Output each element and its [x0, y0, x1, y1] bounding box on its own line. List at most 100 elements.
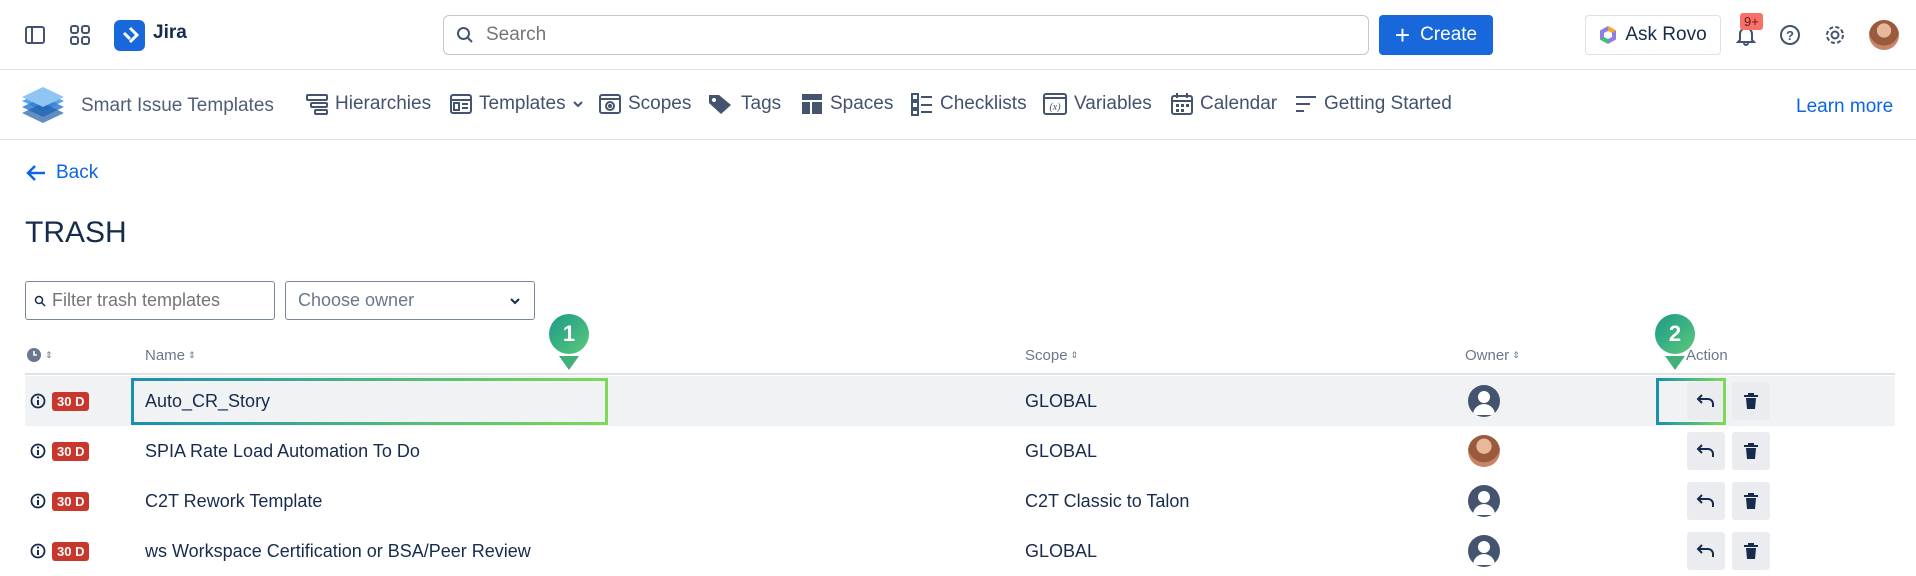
restore-button[interactable] — [1687, 482, 1725, 520]
product-name[interactable]: Jira — [153, 22, 187, 44]
variable-icon: (x) — [1043, 93, 1067, 115]
info-icon[interactable] — [30, 393, 46, 409]
nav-checklists[interactable]: Checklists — [910, 92, 1027, 116]
nav-label: Variables — [1074, 93, 1152, 114]
template-name[interactable]: SPIA Rate Load Automation To Do — [145, 426, 420, 476]
info-icon[interactable] — [30, 493, 46, 509]
row-status-cell: 30 D — [30, 426, 90, 476]
svg-text:(x): (x) — [1049, 102, 1061, 113]
space-icon — [802, 94, 822, 114]
owner-select-placeholder: Choose owner — [298, 290, 415, 310]
column-header-owner[interactable]: Owner ⇕ — [1465, 347, 1520, 364]
nav-hierarchies[interactable]: Hierarchies — [305, 92, 431, 116]
app-switcher-icon[interactable] — [67, 22, 93, 48]
sort-icon: ⇕ — [1070, 350, 1079, 360]
owner-avatar-icon[interactable] — [1468, 485, 1500, 517]
search-input[interactable] — [486, 24, 1346, 46]
search-bar[interactable] — [443, 15, 1369, 55]
nav-getting-started[interactable]: Getting Started — [1294, 92, 1452, 116]
create-button[interactable]: + Create — [1379, 15, 1493, 55]
clock-icon — [27, 348, 41, 362]
days-remaining-badge: 30 D — [52, 491, 90, 511]
column-header-action: Action — [1686, 347, 1728, 364]
info-icon[interactable] — [30, 443, 46, 459]
template-name[interactable]: C2T Rework Template — [145, 476, 322, 526]
nav-spaces[interactable]: Spaces — [800, 92, 893, 116]
arrow-left-icon — [26, 165, 45, 181]
trash-icon — [1744, 443, 1758, 459]
sort-icon: ⇕ — [45, 349, 53, 360]
delete-button[interactable] — [1732, 382, 1770, 420]
jira-logo-icon[interactable] — [114, 20, 145, 51]
nav-variables[interactable]: (x) Variables — [1042, 92, 1152, 116]
template-scope: C2T Classic to Talon — [1025, 490, 1190, 511]
header-label: Name — [145, 347, 186, 364]
table-row[interactable]: 30 D C2T Rework Template C2T Classic to … — [25, 476, 1895, 526]
table-row[interactable]: 30 D ws Workspace Certification or BSA/P… — [25, 526, 1895, 576]
table-header-divider — [25, 373, 1895, 375]
days-remaining-badge: 30 D — [52, 391, 90, 411]
undo-icon — [1696, 494, 1714, 507]
restore-button[interactable] — [1687, 532, 1725, 570]
column-header-scope[interactable]: Scope ⇕ — [1025, 347, 1078, 364]
undo-icon — [1696, 444, 1714, 457]
header-label: Scope — [1025, 347, 1068, 364]
hierarchy-icon — [306, 94, 328, 115]
row-status-cell: 30 D — [30, 476, 90, 526]
nav-calendar[interactable]: Calendar — [1170, 92, 1277, 116]
app-navigation-bar: Smart Issue Templates Hierarchies Templa… — [0, 70, 1916, 140]
svg-text:?: ? — [1786, 28, 1794, 43]
notification-count-badge: 9+ — [1740, 13, 1763, 30]
sidebar-toggle-icon[interactable] — [22, 22, 48, 48]
nav-tags[interactable]: Tags — [707, 92, 781, 116]
table-row[interactable]: 30 D SPIA Rate Load Automation To Do GLO… — [25, 426, 1895, 476]
callout-highlight-restore — [1656, 378, 1726, 425]
rovo-icon — [1600, 26, 1617, 44]
template-icon — [450, 94, 472, 114]
nav-label: Hierarchies — [335, 93, 432, 114]
chevron-down-icon — [572, 101, 583, 108]
delete-button[interactable] — [1732, 482, 1770, 520]
restore-button[interactable] — [1687, 432, 1725, 470]
ask-rovo-button[interactable]: Ask Rovo — [1585, 15, 1721, 55]
top-navigation-bar: Jira + Create Ask Rovo 9+ ? — [0, 0, 1916, 70]
page-title: TRASH — [25, 216, 127, 249]
create-label: Create — [1420, 24, 1478, 45]
template-name[interactable]: ws Workspace Certification or BSA/Peer R… — [145, 526, 531, 576]
settings-gear-icon[interactable] — [1822, 22, 1848, 48]
ask-rovo-label: Ask Rovo — [1625, 24, 1707, 45]
nav-templates[interactable]: Templates — [449, 92, 584, 116]
checklist-icon — [911, 93, 932, 116]
back-link[interactable]: Back — [26, 162, 98, 184]
filter-templates-field[interactable] — [25, 281, 275, 320]
callout-arrow-icon — [559, 356, 579, 370]
info-icon[interactable] — [30, 543, 46, 559]
plus-icon: + — [1394, 20, 1411, 50]
nav-label: Templates — [479, 93, 566, 114]
template-scope: GLOBAL — [1025, 390, 1098, 411]
sort-icon: ⇕ — [188, 350, 196, 360]
help-icon[interactable]: ? — [1777, 22, 1803, 48]
back-label: Back — [56, 162, 99, 183]
owner-select[interactable]: Choose owner — [285, 281, 535, 320]
user-avatar[interactable] — [1869, 20, 1899, 50]
filter-templates-input[interactable] — [52, 290, 272, 311]
column-header-name[interactable]: Name ⇕ — [145, 347, 196, 364]
app-title[interactable]: Smart Issue Templates — [81, 95, 274, 117]
learn-more-link[interactable]: Learn more — [1796, 96, 1893, 118]
owner-avatar-icon[interactable] — [1468, 385, 1500, 417]
header-label: Owner — [1465, 347, 1510, 364]
owner-avatar-icon[interactable] — [1468, 535, 1500, 567]
smart-issue-templates-logo-icon[interactable] — [20, 85, 66, 130]
nav-label: Scopes — [628, 93, 692, 114]
nav-label: Tags — [741, 93, 782, 114]
delete-button[interactable] — [1732, 432, 1770, 470]
nav-scopes[interactable]: Scopes — [598, 92, 691, 116]
delete-button[interactable] — [1732, 532, 1770, 570]
owner-avatar-photo[interactable] — [1468, 435, 1500, 467]
row-status-cell: 30 D — [30, 526, 90, 576]
callout-number-badge: 1 — [549, 314, 589, 354]
template-scope: GLOBAL — [1025, 440, 1098, 461]
column-header-days[interactable]: ⇕ — [26, 347, 53, 363]
trash-icon — [1744, 543, 1758, 559]
